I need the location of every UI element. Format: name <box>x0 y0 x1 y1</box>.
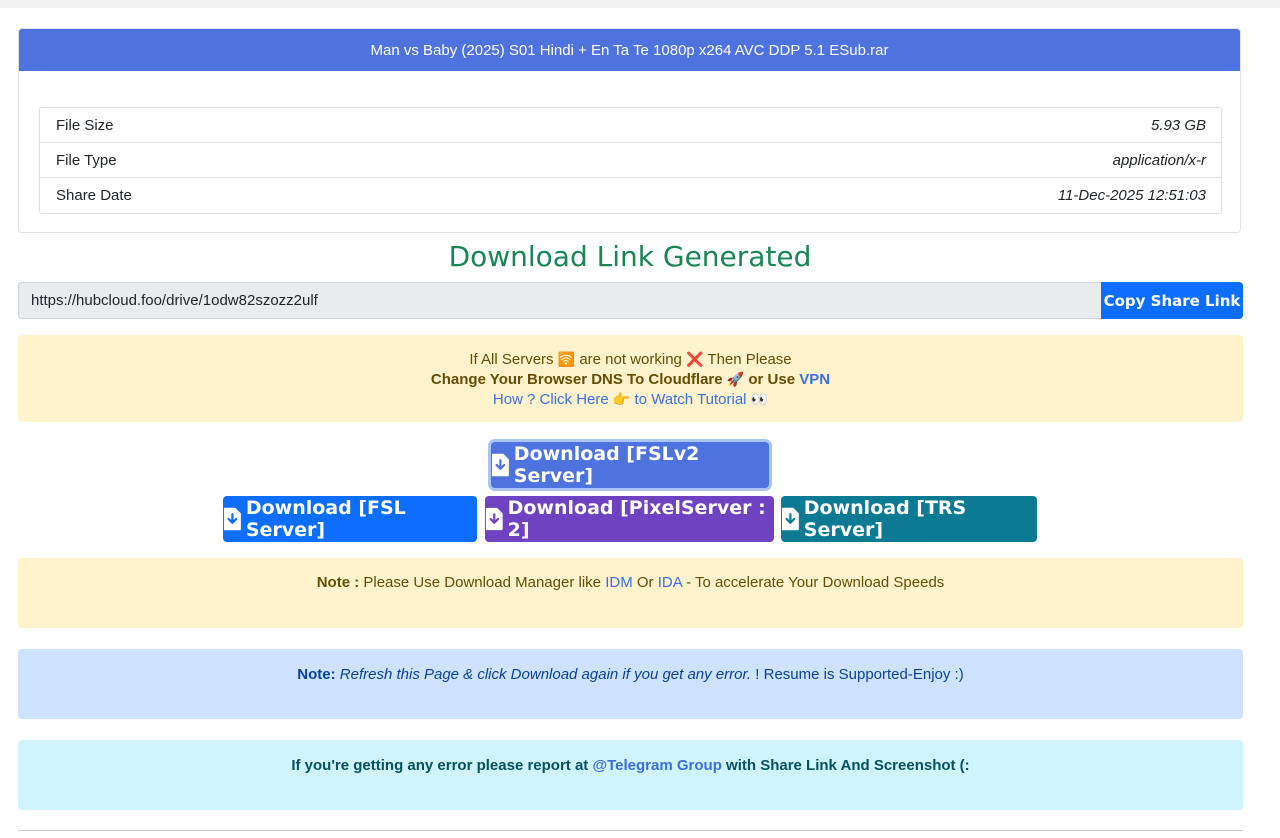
tutorial-link[interactable]: How ? Click Here 👉 to Watch Tutorial 👀 <box>18 390 1243 410</box>
tutorial-text-1: How ? Click Here <box>492 391 609 408</box>
file-download-icon <box>781 507 799 531</box>
dns-text-4: Change Your Browser DNS To Cloudflare <box>430 371 723 388</box>
top-strip <box>0 0 1280 8</box>
refresh-note-rest: ! Resume is Supported-Enjoy :) <box>755 666 964 683</box>
rocket-icon: 🚀 <box>726 372 745 388</box>
dns-alert-line2: Change Your Browser DNS To Cloudflare 🚀 … <box>18 370 1243 390</box>
refresh-note-italic: Refresh this Page & click Download again… <box>339 666 752 683</box>
ida-link[interactable]: IDA <box>658 574 682 591</box>
refresh-note: Note: Refresh this Page & click Download… <box>18 649 1243 719</box>
download-trs-button[interactable]: Download [TRS Server] <box>781 496 1037 542</box>
dns-alert: If All Servers 🛜 are not working ❌ Then … <box>18 335 1243 422</box>
dns-text-1: If All Servers <box>469 351 554 368</box>
note-label: Note : <box>316 574 360 591</box>
file-download-icon <box>491 453 509 477</box>
share-link-input[interactable]: https://hubcloud.foo/drive/1odw82szozz2u… <box>18 282 1101 319</box>
refresh-note-label: Note: <box>297 666 336 683</box>
download-fslv2-label: Download [FSLv2 Server] <box>513 443 700 487</box>
download-fslv2-button[interactable]: Download [FSLv2 Server] <box>491 442 769 488</box>
file-type-row: File Type application/x-r <box>40 143 1221 178</box>
dns-text-3: Then Please <box>707 351 792 368</box>
share-date-value: 11-Dec-2025 12:51:03 <box>1057 187 1206 204</box>
file-info-card: Man vs Baby (2025) S01 Hindi + En Ta Te … <box>18 28 1241 233</box>
download-fsl-label: Download [FSL Server] <box>245 497 406 541</box>
note-text-1: Please Use Download Manager like <box>363 574 602 591</box>
download-pixelserver-label: Download [PixelServer : 2] <box>507 497 766 541</box>
vpn-link[interactable]: VPN <box>799 371 830 388</box>
divider <box>18 830 1243 831</box>
file-download-icon <box>223 507 241 531</box>
download-manager-note: Note : Please Use Download Manager like … <box>18 558 1243 628</box>
report-text-2: with Share Link And Screenshot (: <box>726 757 970 774</box>
file-name: Man vs Baby (2025) S01 Hindi + En Ta Te … <box>370 41 889 59</box>
pointing-hand-icon: 👉 <box>612 392 631 408</box>
file-size-value: 5.93 GB <box>1150 116 1206 134</box>
copy-share-link-button[interactable]: Copy Share Link <box>1101 282 1243 319</box>
wifi-icon: 🛜 <box>557 352 576 368</box>
share-link-text: https://hubcloud.foo/drive/1odw82szozz2u… <box>31 292 318 309</box>
page-title: Download Link Generated <box>448 240 812 273</box>
file-type-label: File Type <box>56 151 117 169</box>
idm-link[interactable]: IDM <box>605 574 633 591</box>
file-size-label: File Size <box>56 116 114 134</box>
eyes-icon: 👀 <box>750 392 769 408</box>
file-download-icon <box>485 507 503 531</box>
dns-alert-line1: If All Servers 🛜 are not working ❌ Then … <box>18 350 1243 370</box>
note-text-2: - To accelerate Your Download Speeds <box>686 574 945 591</box>
share-date-label: Share Date <box>56 187 132 204</box>
download-fsl-button[interactable]: Download [FSL Server] <box>223 496 477 542</box>
report-text-1: If you're getting any error please repor… <box>291 757 589 774</box>
file-info-table: File Size 5.93 GB File Type application/… <box>39 107 1222 214</box>
report-alert: If you're getting any error please repor… <box>18 740 1243 810</box>
share-link-group: https://hubcloud.foo/drive/1odw82szozz2u… <box>18 282 1243 319</box>
file-type-value: application/x-r <box>1112 151 1206 169</box>
download-trs-label: Download [TRS Server] <box>803 497 967 541</box>
share-date-row: Share Date 11-Dec-2025 12:51:03 <box>40 178 1221 213</box>
note-or: Or <box>636 574 654 591</box>
download-pixelserver-button[interactable]: Download [PixelServer : 2] <box>485 496 774 542</box>
file-name-header: Man vs Baby (2025) S01 Hindi + En Ta Te … <box>19 29 1240 71</box>
dns-text-2: are not working <box>579 351 682 368</box>
tutorial-text-2: to Watch Tutorial <box>634 391 747 408</box>
file-size-row: File Size 5.93 GB <box>40 108 1221 143</box>
dns-text-5: or Use <box>748 371 796 388</box>
cross-icon: ❌ <box>686 352 704 368</box>
telegram-group-link[interactable]: @Telegram Group <box>592 757 721 774</box>
